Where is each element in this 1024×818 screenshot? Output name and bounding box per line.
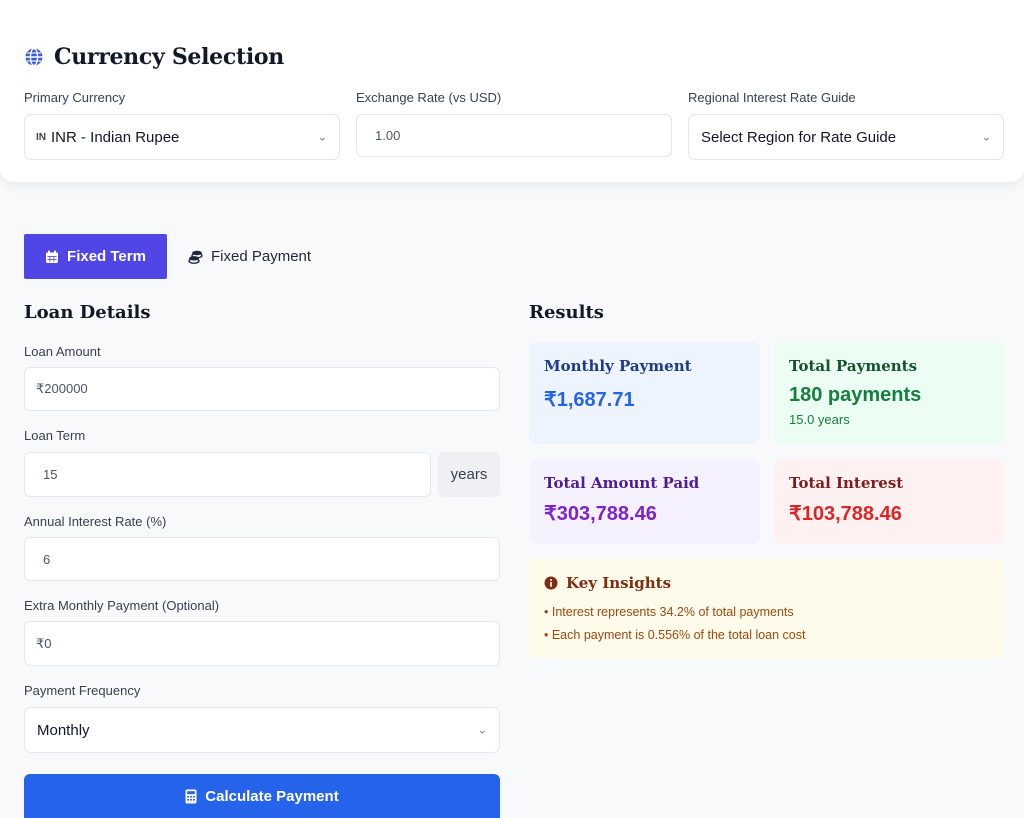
exchange-rate-label: Exchange Rate (vs USD) (356, 90, 502, 105)
insight-item: • Interest represents 34.2% of total pay… (544, 605, 794, 619)
tab-fixed-payment-label: Fixed Payment (211, 248, 312, 265)
calculate-payment-label: Calculate Payment (205, 787, 339, 805)
calculator-icon (185, 789, 197, 803)
extra-payment-value: ₹0 (36, 635, 52, 651)
total-payments-label: Total Payments (789, 357, 918, 375)
calculate-payment-button[interactable]: Calculate Payment (24, 774, 500, 818)
monthly-payment-card: Monthly Payment ₹1,687.71 (529, 342, 760, 444)
primary-currency-select[interactable]: IN INR - Indian Rupee ⌄ (24, 114, 340, 160)
currency-selection-card: Currency Selection Primary Currency IN I… (0, 0, 1024, 182)
currency-section-heading: Currency Selection (54, 44, 284, 70)
extra-payment-label: Extra Monthly Payment (Optional) (24, 598, 220, 613)
calendar-icon (46, 250, 59, 263)
interest-rate-value: 6 (43, 551, 51, 567)
key-insights-panel: Key Insights • Interest represents 34.2%… (529, 559, 1004, 658)
interest-rate-input[interactable]: 6 (24, 537, 500, 581)
tab-fixed-term-label: Fixed Term (67, 248, 146, 265)
key-insights-title: Key Insights (566, 574, 672, 592)
monthly-payment-label: Monthly Payment (544, 357, 692, 375)
coins-icon (188, 250, 203, 264)
loan-amount-value: ₹200000 (36, 381, 88, 396)
payment-frequency-value: Monthly (37, 721, 90, 739)
total-interest-value: ₹103,788.46 (789, 503, 902, 525)
flag-code: IN (36, 131, 46, 143)
info-circle-icon (544, 576, 558, 590)
total-payments-years: 15.0 years (789, 412, 850, 427)
extra-payment-input[interactable]: ₹0 (24, 621, 500, 666)
total-amount-paid-label: Total Amount Paid (544, 474, 700, 492)
results-heading: Results (529, 302, 604, 323)
loan-term-label: Loan Term (24, 428, 86, 443)
exchange-rate-input[interactable]: 1.00 (356, 114, 672, 157)
total-interest-label: Total Interest (789, 474, 904, 492)
total-interest-card: Total Interest ₹103,788.46 (774, 459, 1004, 544)
total-amount-paid-value: ₹303,788.46 (544, 503, 657, 525)
primary-currency-value: INR - Indian Rupee (51, 128, 180, 146)
term-unit-label: years (438, 452, 500, 497)
region-select-value: Select Region for Rate Guide (701, 128, 897, 146)
loan-amount-input[interactable]: ₹200000 (24, 367, 500, 411)
primary-currency-label: Primary Currency (24, 90, 126, 105)
currency-title: Currency Selection (24, 44, 284, 70)
total-amount-paid-card: Total Amount Paid ₹303,788.46 (529, 459, 760, 544)
tab-fixed-payment[interactable]: Fixed Payment (188, 234, 311, 279)
key-insights-header: Key Insights (544, 574, 989, 592)
chevron-down-icon: ⌄ (477, 724, 487, 737)
globe-icon (25, 47, 43, 67)
chevron-down-icon: ⌄ (317, 131, 327, 144)
loan-term-value: 15 (43, 467, 58, 482)
region-select[interactable]: Select Region for Rate Guide ⌄ (688, 114, 1004, 160)
loan-term-input[interactable]: 15 (24, 452, 431, 497)
loan-amount-label: Loan Amount (24, 344, 101, 359)
exchange-rate-value: 1.00 (375, 128, 401, 143)
payment-frequency-select[interactable]: Monthly ⌄ (24, 707, 500, 753)
payment-frequency-label: Payment Frequency (24, 683, 141, 698)
total-payments-card: Total Payments 180 payments 15.0 years (774, 342, 1004, 444)
insights-list: • Interest represents 34.2% of total pay… (544, 601, 989, 647)
chevron-down-icon: ⌄ (981, 131, 991, 144)
monthly-payment-value: ₹1,687.71 (544, 389, 635, 411)
regional-rate-label: Regional Interest Rate Guide (688, 90, 856, 105)
insight-item: • Each payment is 0.556% of the total lo… (544, 628, 806, 642)
tab-fixed-term[interactable]: Fixed Term (24, 234, 167, 279)
loan-details-heading: Loan Details (24, 302, 151, 323)
interest-rate-label: Annual Interest Rate (%) (24, 514, 167, 529)
total-payments-value: 180 payments (789, 384, 922, 406)
